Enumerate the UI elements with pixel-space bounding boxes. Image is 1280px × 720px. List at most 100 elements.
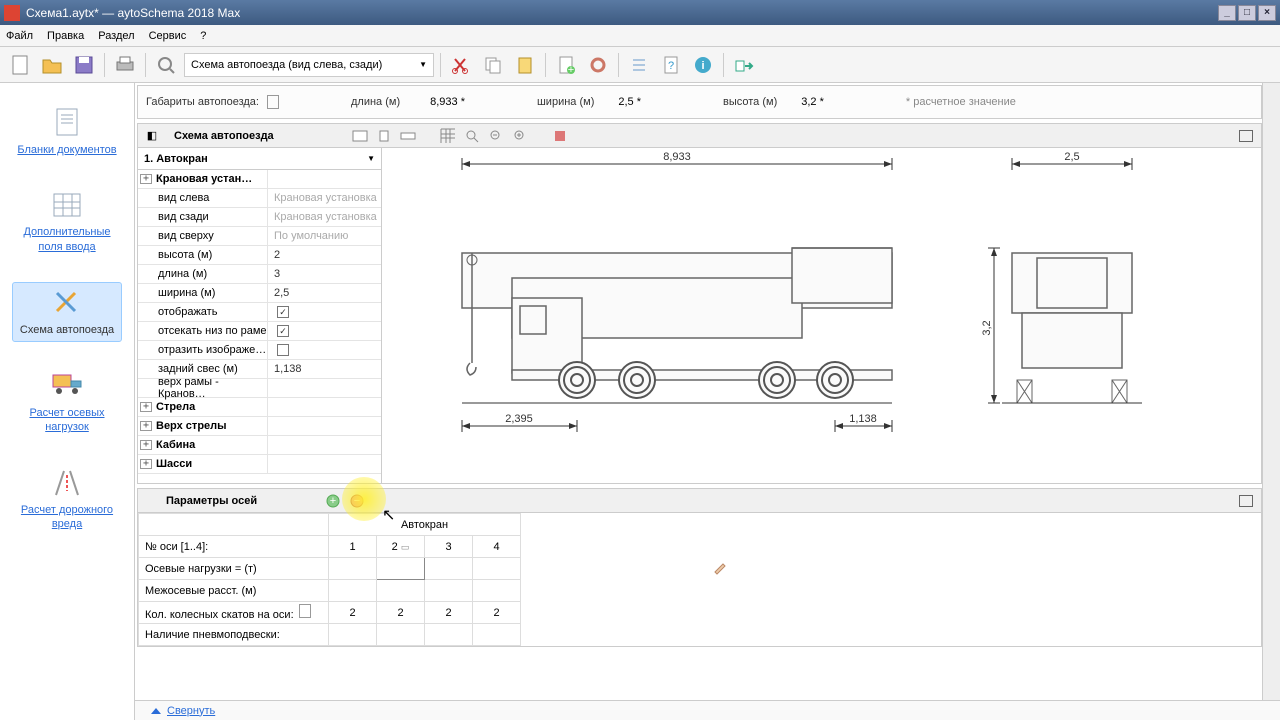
menu-section[interactable]: Раздел [98, 30, 134, 42]
property-row[interactable]: вид сверхуПо умолчанию [138, 227, 381, 246]
new-doc-button[interactable] [6, 51, 34, 79]
row-pneumo: Наличие пневмоподвески: [139, 624, 921, 646]
property-row[interactable]: длина (м)3 [138, 265, 381, 284]
property-row[interactable]: вид сзадиКрановая установка [138, 208, 381, 227]
vertical-scrollbar[interactable] [1262, 83, 1280, 720]
expand-icon[interactable]: + [140, 440, 152, 450]
minimize-button[interactable]: _ [1218, 5, 1236, 21]
nav-road-damage[interactable]: Расчет дорожного вреда [12, 463, 122, 536]
remove-axle-button[interactable]: − [347, 492, 367, 510]
expand-tree-icon[interactable]: ◧ [142, 127, 162, 145]
view-top-button[interactable] [398, 127, 418, 145]
drawing-canvas[interactable]: 8,933 [382, 148, 1261, 483]
window-title: Схема1.aytx* — aytoSchema 2018 Max [26, 6, 1218, 20]
zoom-fit-button[interactable] [462, 127, 482, 145]
svg-text:2,5: 2,5 [1064, 151, 1079, 163]
zoom-out-button[interactable] [486, 127, 506, 145]
paste-button[interactable] [511, 51, 539, 79]
app-icon [4, 5, 20, 21]
add-axle-button[interactable]: + [323, 492, 343, 510]
nav-axle-calc[interactable]: Расчет осевых нагрузок [12, 366, 122, 439]
doc-type-label: Схема автопоезда (вид слева, сзади) [191, 59, 382, 71]
property-row[interactable]: верх рамы - Кранов… [138, 379, 381, 398]
zoom-in-button[interactable] [510, 127, 530, 145]
property-row[interactable]: отразить изображе… [138, 341, 381, 360]
expand-icon[interactable]: + [140, 459, 152, 469]
cut-button[interactable] [447, 51, 475, 79]
property-row[interactable]: вид слеваКрановая установка [138, 189, 381, 208]
svg-text:+: + [568, 64, 574, 76]
view-rear-button[interactable] [374, 127, 394, 145]
vehicle-selector[interactable]: 1. Автокран ▼ [138, 148, 381, 170]
truck-load-icon [49, 370, 85, 402]
copy-button[interactable] [479, 51, 507, 79]
menu-help[interactable]: ? [200, 30, 206, 42]
row-axle-loads: Осевые нагрузки = (т) [139, 558, 921, 580]
row-axle-no: № оси [1..4]: 1 2 ▭ 3 4 [139, 536, 921, 558]
property-row[interactable]: отображать✓ [138, 303, 381, 322]
svg-text:?: ? [668, 60, 674, 72]
property-row[interactable]: +Кабина [138, 436, 381, 455]
property-row[interactable]: +Крановая устан… [138, 170, 381, 189]
title-bar: Схема1.aytx* — aytoSchema 2018 Max _ □ × [0, 0, 1280, 25]
property-row[interactable]: +Стрела [138, 398, 381, 417]
tools-icon [49, 287, 85, 319]
property-row[interactable]: ширина (м)2,5 [138, 284, 381, 303]
nav-extra-fields[interactable]: Дополнительные поля ввода [12, 185, 122, 258]
schema-panel-header: ◧ Схема автопоезда [138, 124, 1261, 148]
axle-table: Автокран № оси [1..4]: 1 2 ▭ 3 4 Осевые … [138, 513, 921, 646]
svg-text:−: − [354, 495, 360, 507]
expand-icon[interactable]: + [140, 174, 152, 184]
property-row[interactable]: +Шасси [138, 455, 381, 474]
edit-icon[interactable] [713, 560, 729, 574]
content-area: Габариты автопоезда: длина (м) 8,933 * ш… [135, 83, 1280, 720]
color-button[interactable] [550, 127, 570, 145]
property-tree: 1. Автокран ▼ +Крановая устан…вид слеваК… [138, 148, 382, 483]
help-page-button[interactable]: ? [657, 51, 685, 79]
collapse-bar[interactable]: Свернуть [135, 700, 1280, 720]
property-row[interactable]: отсекать низ по раме✓ [138, 322, 381, 341]
schema-panel: ◧ Схема автопоезда 1. Автокра [137, 123, 1262, 484]
axle-load-input[interactable] [377, 558, 425, 580]
grid-button[interactable] [438, 127, 458, 145]
maximize-button[interactable]: □ [1238, 5, 1256, 21]
save-button[interactable] [70, 51, 98, 79]
panel-maximize-button[interactable] [1239, 130, 1253, 142]
open-button[interactable] [38, 51, 66, 79]
nav-blanks[interactable]: Бланки документов [12, 103, 122, 161]
svg-text:1,138: 1,138 [849, 413, 877, 425]
info-button[interactable]: i [689, 51, 717, 79]
close-button[interactable]: × [1258, 5, 1276, 21]
svg-text:3,2: 3,2 [981, 320, 993, 335]
page-icon[interactable] [267, 95, 279, 109]
property-row[interactable]: высота (м)2 [138, 246, 381, 265]
chevron-down-icon: ▼ [419, 60, 427, 69]
axle-panel: Параметры осей + − ↖ Автокран № ос [137, 488, 1262, 647]
svg-text:+: + [330, 495, 336, 507]
add-page-button[interactable]: + [552, 51, 580, 79]
property-row[interactable]: +Верх стрелы [138, 417, 381, 436]
menu-service[interactable]: Сервис [149, 30, 187, 42]
dimensions-bar: Габариты автопоезда: длина (м) 8,933 * ш… [137, 85, 1262, 119]
menu-edit[interactable]: Правка [47, 30, 84, 42]
side-nav: Бланки документов Дополнительные поля вв… [0, 83, 135, 720]
main-toolbar: Схема автопоезда (вид слева, сзади) ▼ + … [0, 47, 1280, 83]
nav-schema[interactable]: Схема автопоезда [12, 282, 122, 342]
doc-type-dropdown[interactable]: Схема автопоезда (вид слева, сзади) ▼ [184, 53, 434, 77]
expand-icon[interactable]: + [140, 421, 152, 431]
expand-icon[interactable]: + [140, 402, 152, 412]
list-button[interactable] [625, 51, 653, 79]
menu-bar: Файл Правка Раздел Сервис ? [0, 25, 1280, 47]
menu-file[interactable]: Файл [6, 30, 33, 42]
svg-text:8,933: 8,933 [663, 151, 691, 163]
table-icon [49, 189, 85, 221]
print-button[interactable] [111, 51, 139, 79]
doc-type-icon[interactable] [152, 51, 180, 79]
view-side-button[interactable] [350, 127, 370, 145]
page-icon[interactable] [299, 604, 311, 618]
panel-maximize-button[interactable] [1239, 495, 1253, 507]
settings-button[interactable] [584, 51, 612, 79]
export-button[interactable] [730, 51, 758, 79]
document-icon [49, 107, 85, 139]
row-interaxle: Межосевые расст. (м) [139, 580, 921, 602]
